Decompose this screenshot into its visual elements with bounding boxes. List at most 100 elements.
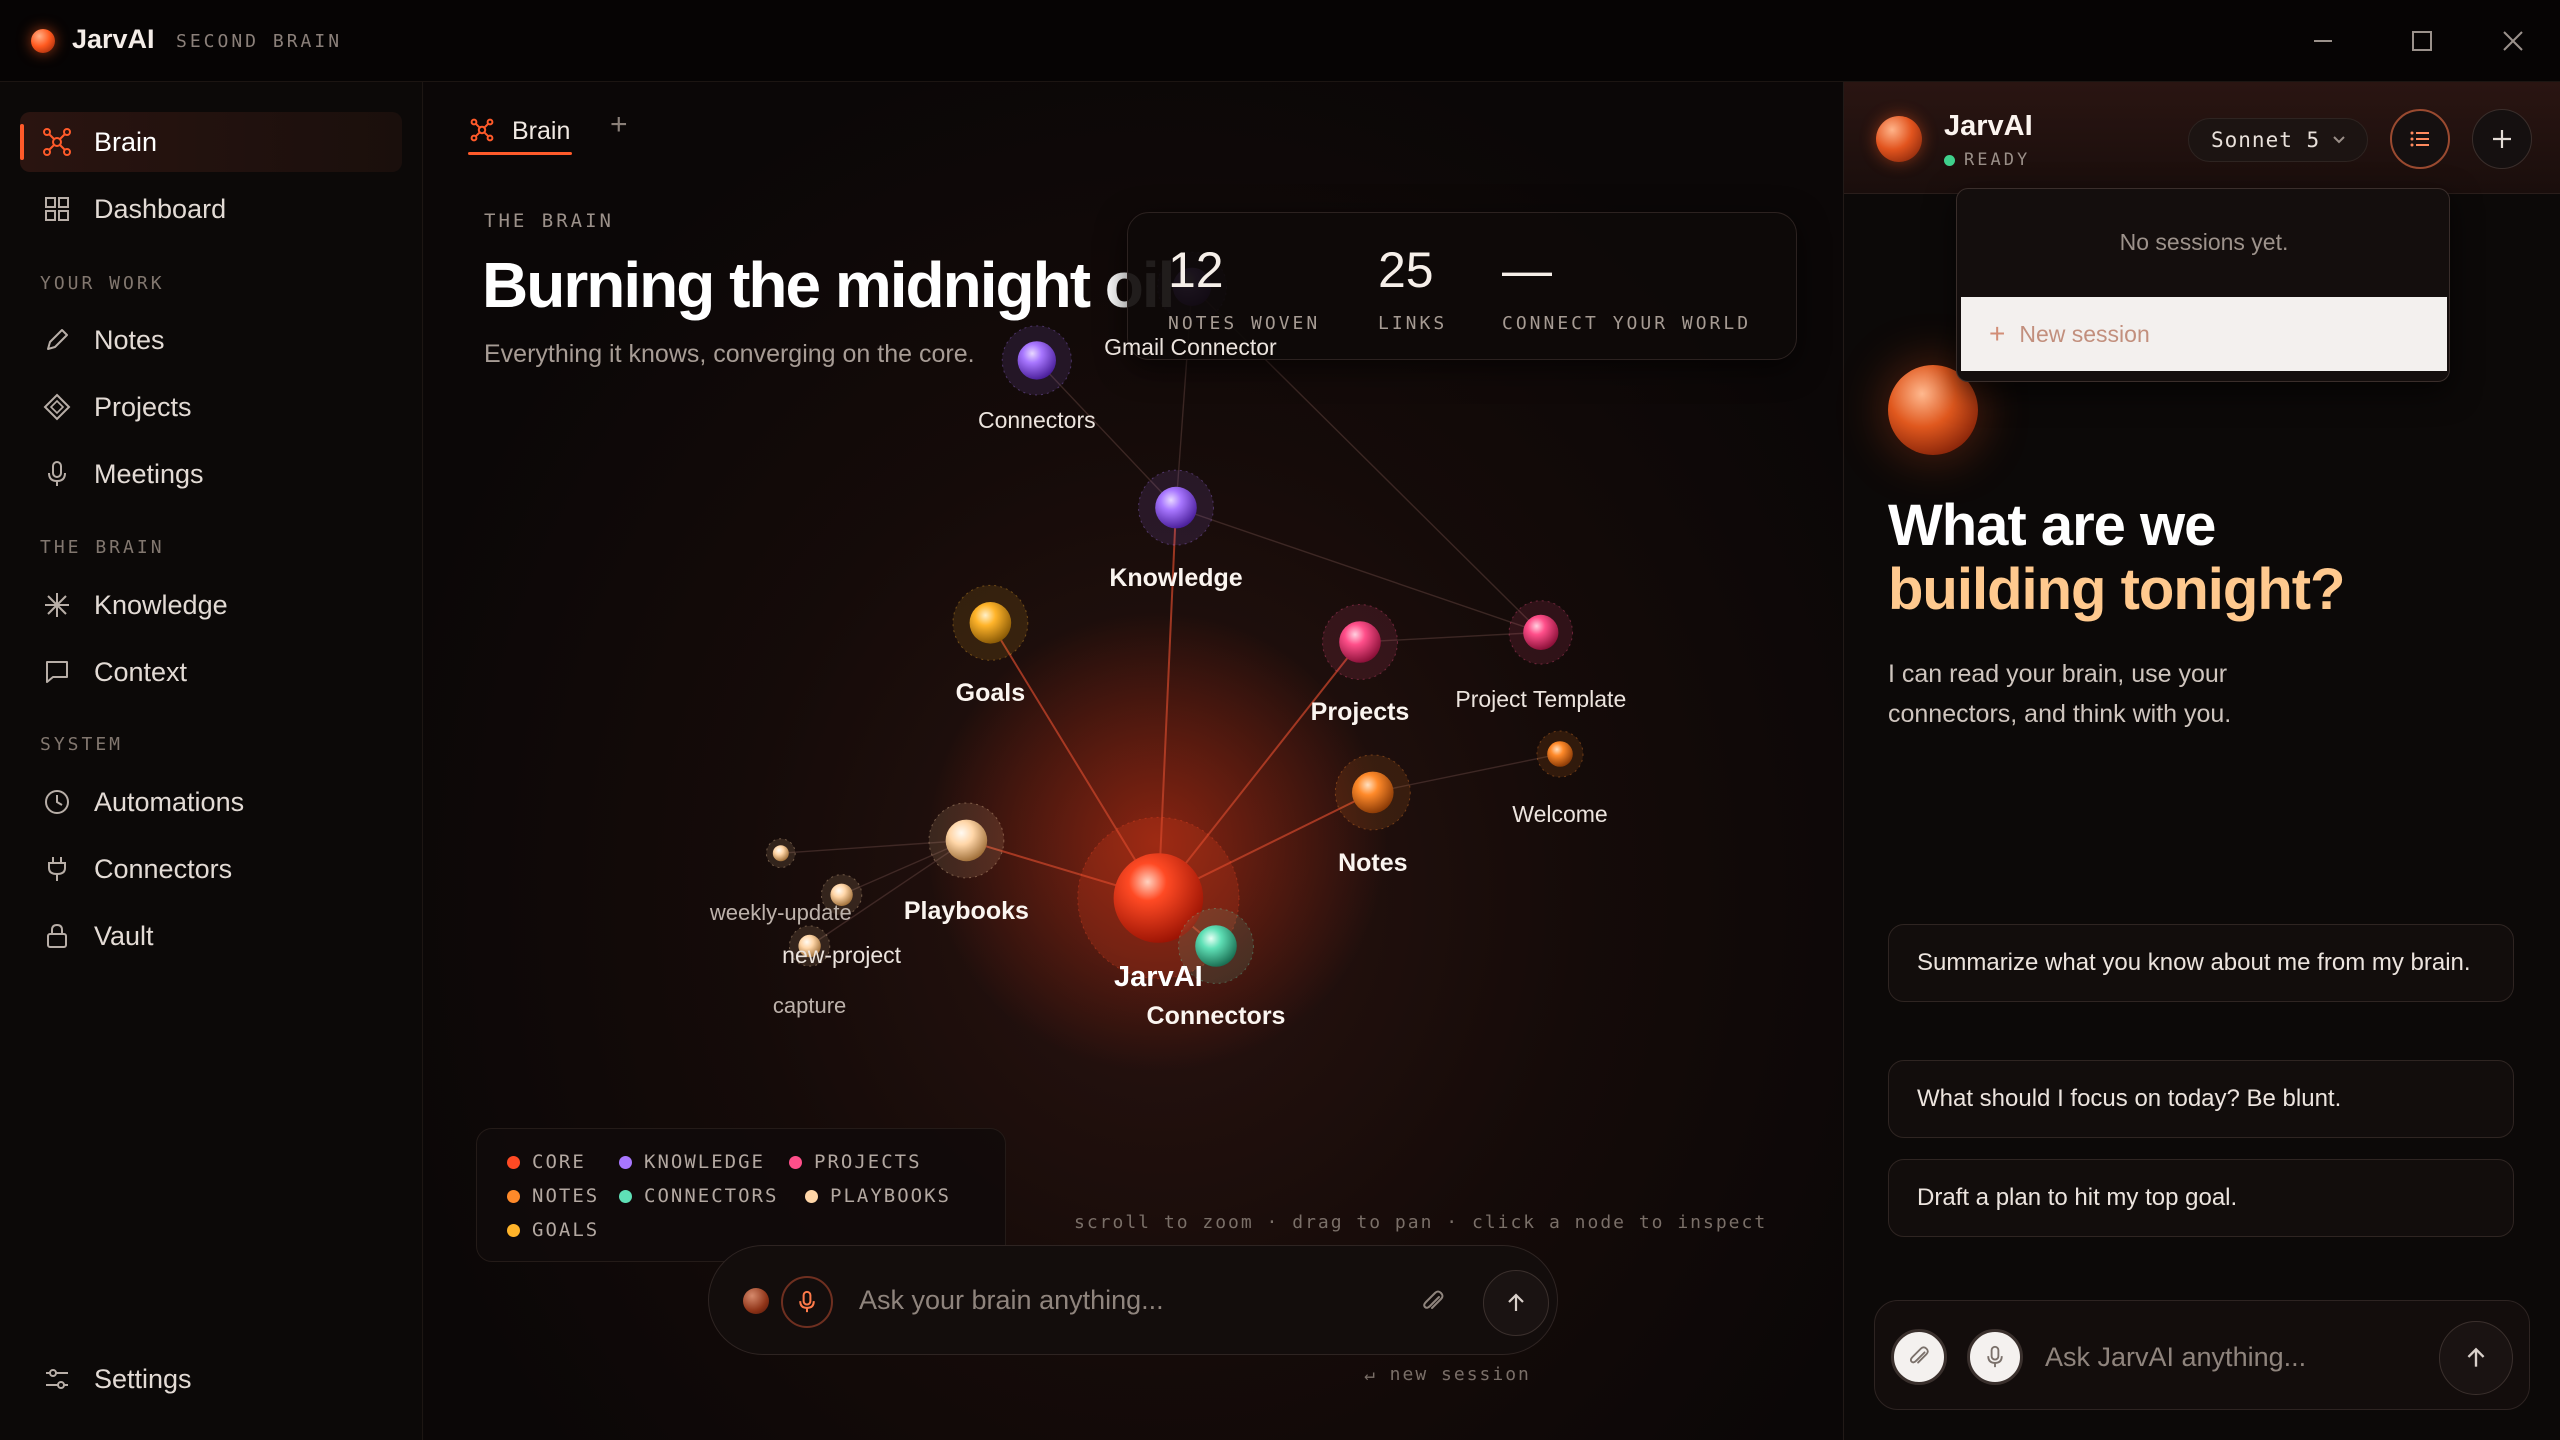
legend-item-goals: GOALS bbox=[507, 1219, 599, 1241]
assistant-composer bbox=[1874, 1300, 2530, 1410]
sidebar-item-label: Settings bbox=[94, 1363, 192, 1394]
close-icon bbox=[2503, 31, 2523, 51]
graph-node[interactable] bbox=[1001, 325, 1072, 396]
sidebar-item-label: Brain bbox=[94, 126, 158, 157]
grid-icon bbox=[42, 194, 72, 224]
graph-node[interactable] bbox=[928, 802, 1005, 879]
stat-notes-label: NOTES WOVEN bbox=[1168, 313, 1321, 334]
legend-item-projects: PROJECTS bbox=[789, 1151, 922, 1173]
section-label-the-brain: THE BRAIN bbox=[40, 537, 165, 558]
send-button[interactable] bbox=[1483, 1270, 1549, 1336]
graph-node-label: Project Template bbox=[1455, 685, 1627, 712]
app-name: JarvAI bbox=[72, 24, 155, 54]
graph-node-label: Projects bbox=[1310, 698, 1410, 727]
suggestion-chip[interactable]: Summarize what you know about me from my… bbox=[1888, 924, 2514, 1002]
graph-node-label: Connectors bbox=[977, 407, 1096, 434]
graph-node[interactable] bbox=[1138, 469, 1214, 546]
brain-composer bbox=[708, 1245, 1558, 1355]
legend-item-connectors: CONNECTORS bbox=[619, 1185, 778, 1207]
suggestion-chip[interactable]: What should I focus on today? Be blunt. bbox=[1888, 1060, 2514, 1138]
status-dot-icon bbox=[1944, 154, 1955, 166]
graph-node[interactable] bbox=[952, 584, 1029, 661]
assistant-status: READY bbox=[1944, 150, 2030, 170]
assistant-chat-input[interactable] bbox=[2045, 1337, 2405, 1377]
sidebar-item-notes[interactable]: Notes bbox=[20, 310, 402, 370]
graph-node-label: Playbooks bbox=[903, 896, 1029, 925]
sidebar-item-projects[interactable]: Projects bbox=[20, 377, 402, 437]
graph-node[interactable] bbox=[1334, 754, 1411, 831]
stat-connect-label[interactable]: CONNECT YOUR WORLD bbox=[1502, 313, 1751, 334]
graph-node-label: capture bbox=[772, 992, 847, 1018]
brain-view: Brain + THE BRAIN Burning the midnight o… bbox=[424, 82, 1842, 1440]
graph-node-label: Notes bbox=[1338, 848, 1408, 877]
sidebar-item-connectors[interactable]: Connectors bbox=[20, 839, 402, 899]
assistant-header: JarvAI READY Sonnet 5 bbox=[1844, 82, 2560, 194]
page-title: Burning the midnight oil bbox=[482, 249, 1175, 321]
sparkle-icon bbox=[42, 590, 72, 620]
graph-node[interactable] bbox=[1322, 604, 1398, 680]
mic-button[interactable] bbox=[1967, 1329, 2023, 1385]
suggestion-chip[interactable]: Draft a plan to hit my top goal. bbox=[1888, 1159, 2514, 1237]
mic-icon bbox=[799, 1290, 815, 1313]
page-eyebrow: THE BRAIN bbox=[484, 210, 614, 232]
sidebar-item-brain[interactable]: Brain bbox=[20, 112, 402, 172]
paperclip-icon bbox=[1423, 1290, 1444, 1309]
graph-node[interactable] bbox=[1536, 730, 1584, 778]
brain-search-input[interactable] bbox=[859, 1280, 1359, 1320]
title-bar: JarvAI SECOND BRAIN bbox=[0, 0, 2560, 82]
section-label-system: SYSTEM bbox=[40, 734, 124, 755]
assistant-avatar bbox=[1876, 116, 1922, 162]
new-session-hint: ↵ new session bbox=[1364, 1364, 1531, 1385]
sessions-button[interactable] bbox=[2390, 109, 2450, 169]
sidebar-item-dashboard[interactable]: Dashboard bbox=[20, 179, 402, 239]
stat-links-value: 25 bbox=[1378, 242, 1434, 298]
sessions-dropdown: No sessions yet. + New session bbox=[1956, 188, 2450, 382]
close-button[interactable] bbox=[2490, 18, 2536, 64]
graph-node[interactable] bbox=[765, 838, 796, 869]
model-select[interactable]: Sonnet 5 bbox=[2188, 118, 2368, 162]
plus-icon: + bbox=[1989, 318, 2006, 349]
mic-icon bbox=[1987, 1345, 2003, 1368]
page-subtitle: Everything it knows, converging on the c… bbox=[484, 340, 975, 368]
new-chat-button[interactable] bbox=[2472, 109, 2532, 169]
graph-legend: CORE KNOWLEDGE PROJECTS NOTES CONNECTORS… bbox=[476, 1128, 1006, 1262]
sidebar-item-context[interactable]: Context bbox=[20, 642, 402, 702]
graph-node-label: weekly-update bbox=[709, 900, 852, 925]
plus-icon bbox=[2493, 130, 2511, 148]
add-tab-button[interactable]: + bbox=[610, 108, 628, 142]
assistant-send-button[interactable] bbox=[2439, 1321, 2513, 1395]
attach-button[interactable] bbox=[1891, 1329, 1947, 1385]
sidebar-item-label: Context bbox=[94, 656, 188, 687]
model-select-value: Sonnet 5 bbox=[2211, 128, 2321, 152]
sidebar-item-settings[interactable]: Settings bbox=[20, 1349, 402, 1409]
chevron-down-icon bbox=[2333, 136, 2345, 144]
minimize-icon bbox=[2314, 40, 2332, 42]
network-icon bbox=[470, 118, 494, 147]
diamond-icon bbox=[42, 392, 72, 422]
list-icon bbox=[2410, 131, 2429, 147]
mic-button[interactable] bbox=[781, 1276, 833, 1328]
sidebar-item-label: Automations bbox=[94, 786, 245, 817]
maximize-button[interactable] bbox=[2399, 18, 2445, 64]
graph-node-label: Gmail Connector bbox=[1104, 333, 1277, 360]
sidebar-item-knowledge[interactable]: Knowledge bbox=[20, 575, 402, 635]
sidebar-item-automations[interactable]: Automations bbox=[20, 772, 402, 832]
paperclip-icon bbox=[1909, 1346, 1929, 1364]
section-label-your-work: YOUR WORK bbox=[40, 273, 165, 294]
attach-button[interactable] bbox=[1413, 1282, 1453, 1322]
new-session-button[interactable]: + New session bbox=[1961, 297, 2447, 371]
sidebar-item-label: Meetings bbox=[94, 458, 204, 489]
legend-item-core: CORE bbox=[507, 1151, 586, 1173]
assistant-title-line1: What are we bbox=[1888, 493, 2216, 558]
app-logo-icon bbox=[31, 29, 55, 53]
new-session-label: New session bbox=[2019, 320, 2150, 347]
minimize-button[interactable] bbox=[2300, 18, 2346, 64]
message-icon bbox=[42, 657, 72, 687]
tab-label: Brain bbox=[512, 116, 571, 145]
graph-node-label: Goals bbox=[955, 679, 1026, 708]
graph-node[interactable] bbox=[1508, 600, 1573, 665]
sidebar-item-vault[interactable]: Vault bbox=[20, 906, 402, 966]
graph-node-label: Welcome bbox=[1512, 800, 1608, 827]
sidebar-item-meetings[interactable]: Meetings bbox=[20, 444, 402, 504]
legend-item-knowledge: KNOWLEDGE bbox=[619, 1151, 765, 1173]
